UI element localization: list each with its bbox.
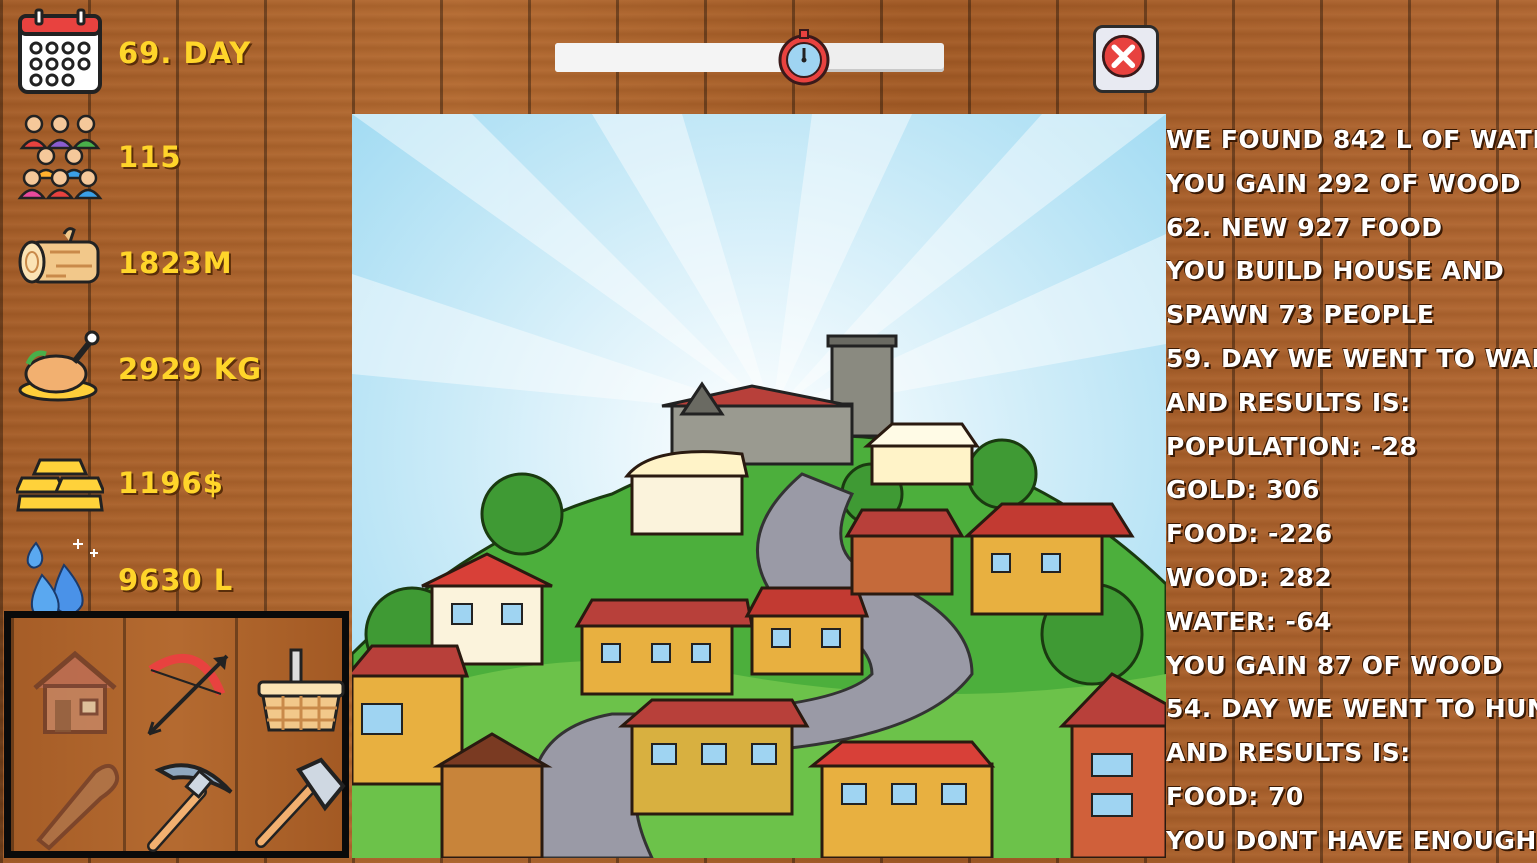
log-line: You gain 87 of wood [1166,650,1504,680]
basket-icon [257,648,345,732]
gather-basket-button[interactable] [251,642,351,742]
house-icon [33,650,117,734]
close-button[interactable] [1093,25,1159,93]
stat-day: 69. DAY [16,8,346,98]
log-line: You build house and [1166,256,1505,286]
hunt-bow-button[interactable] [139,642,239,742]
day-timer-bar [555,29,944,86]
gold-value: 1196$ [118,466,224,500]
log-icon [18,227,100,284]
village-illustration [352,114,1166,858]
gold-bars-icon [16,458,104,512]
wood-value: 1823M [118,246,233,280]
war-club-button[interactable] [25,752,125,852]
pickaxe-icon [147,763,233,852]
log-line: Food: 70 [1166,781,1304,811]
people-icon [17,114,103,200]
stat-food: 2929 KG [16,324,346,414]
stat-population: 115 [16,112,346,202]
log-line: You dont have enough [1166,825,1537,855]
water-drops-icon [26,539,98,621]
log-line: 62. New 927 food [1166,212,1443,242]
day-value: 69. DAY [118,36,252,70]
calendar-icon [18,8,102,94]
village-scene [352,114,1166,858]
roast-chicken-icon [18,330,100,402]
build-house-button[interactable] [25,642,125,742]
log-line: 59. Day we went to war [1166,343,1537,373]
club-icon [36,764,120,851]
population-value: 115 [118,140,182,174]
close-icon [1101,34,1145,78]
water-value: 9630 L [118,563,234,597]
log-line: You gain 292 of wood [1166,168,1522,198]
food-value: 2929 KG [118,352,263,386]
log-line: Population: -28 [1166,431,1418,461]
event-log: We found 842 L of water You gain 292 of … [1166,118,1537,863]
action-toolbox [4,611,349,858]
log-line: Food: -226 [1166,519,1333,549]
log-line: and results is: [1166,387,1411,417]
log-line: Water: -64 [1166,606,1333,636]
log-line: spawn 73 people [1166,300,1435,330]
axe-icon [255,757,346,848]
log-line: Gold: 306 [1166,475,1320,505]
stopwatch-icon[interactable] [778,28,830,88]
stat-wood: 1823M [16,218,346,308]
bow-icon [147,653,229,736]
log-line: Wood: 282 [1166,562,1333,592]
chop-axe-button[interactable] [251,752,351,852]
log-line: 54. Day we went to hunt [1166,694,1537,724]
mine-pickaxe-button[interactable] [139,752,239,852]
log-line: We found 842 L of water [1166,125,1537,154]
stat-gold: 1196$ [16,438,346,528]
day-timer-fill [555,43,804,72]
log-line: and results is: [1166,738,1411,768]
